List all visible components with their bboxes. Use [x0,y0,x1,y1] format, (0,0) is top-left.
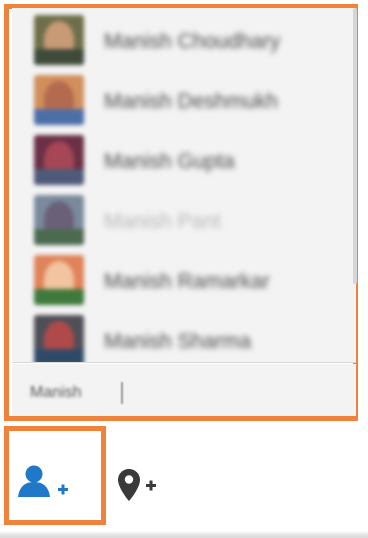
suggestion-name: Manish Choudhary [104,30,281,53]
avatar [34,255,84,305]
suggestion-row[interactable]: Manish Choudhary [12,8,356,67]
suggestion-name: Manish Gupta [104,150,235,173]
tag-search-value: Manish [30,384,82,401]
avatar [34,315,84,362]
suggestion-name: Manish Sharma [104,330,252,353]
text-cursor [121,382,123,404]
suggestion-row[interactable]: Manish Ramarkar [12,248,356,307]
tag-people-popup: Manish Choudhary Manish Deshmukh Manish … [0,0,368,538]
avatar [34,135,84,185]
suggestions-scrollbar[interactable] [353,8,357,284]
suggestion-name: Manish Ramarkar [104,270,270,293]
suggestion-row[interactable]: Manish Gupta [12,128,356,187]
suggestion-name: Manish Deshmukh [104,90,278,113]
suggestion-row[interactable]: Manish Sharma [12,308,356,362]
avatar [34,15,84,65]
add-location-icon[interactable] [113,465,171,505]
add-person-icon [18,465,68,497]
divider [12,362,356,363]
suggestion-name: Manish Pant [104,210,221,233]
suggestion-row[interactable]: Manish Deshmukh [12,68,356,127]
avatar [34,195,84,245]
avatar [34,75,84,125]
suggestion-row[interactable]: Manish Pant [12,188,356,247]
bottom-divider [0,531,368,538]
suggestions-list[interactable]: Manish Choudhary Manish Deshmukh Manish … [12,8,356,362]
